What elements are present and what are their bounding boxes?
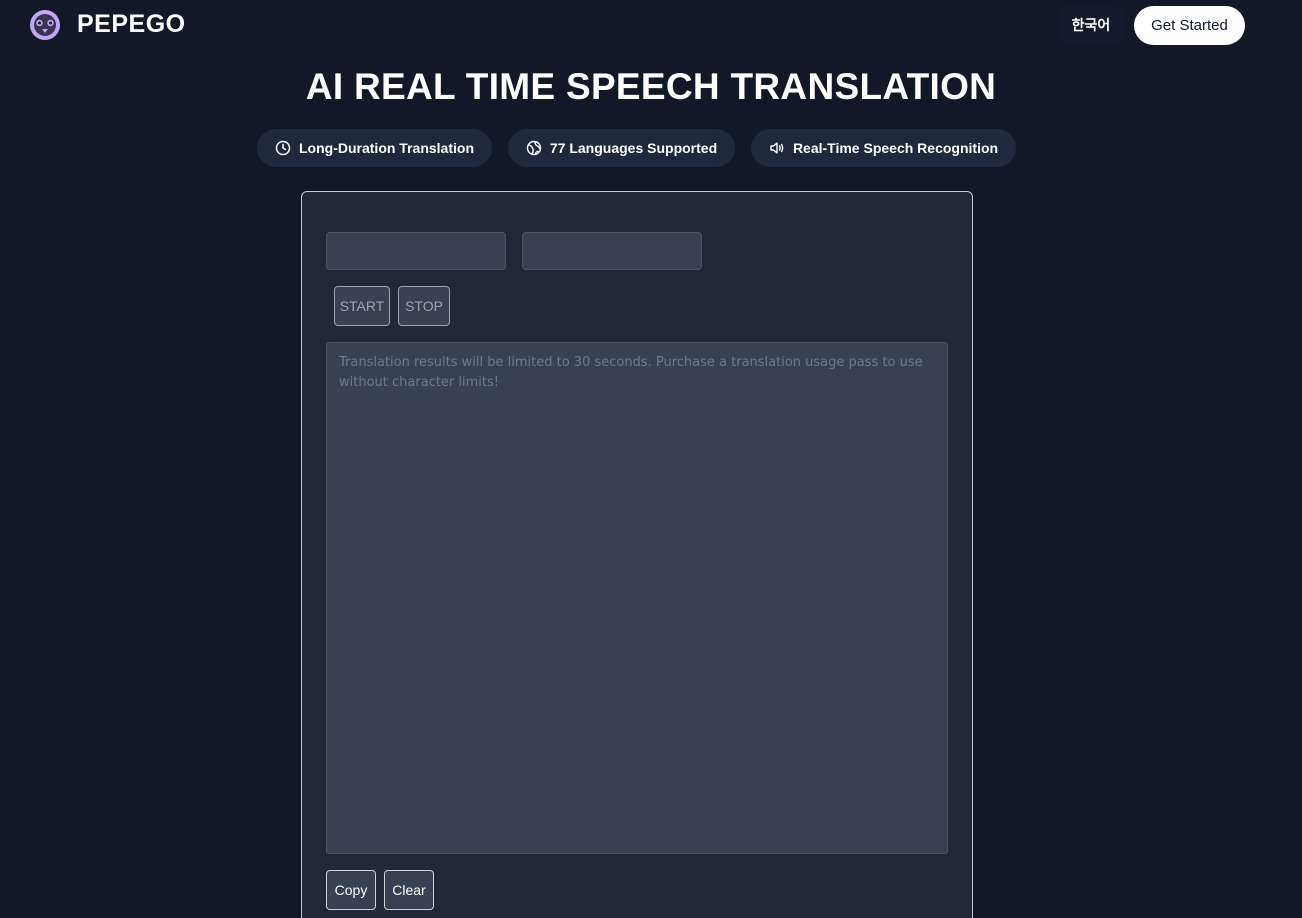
page: PEPEGO 한국어 Get Started AI REAL TIME SPEE… [0,0,1302,918]
feature-pill-speech-recognition: Real-Time Speech Recognition [751,129,1016,167]
target-language-select[interactable] [522,232,702,270]
feature-label: Long-Duration Translation [299,140,474,156]
start-button[interactable]: START [334,286,390,326]
brand-name[interactable]: PEPEGO [77,10,186,39]
clock-icon [275,140,291,156]
globe-icon [526,140,542,156]
feature-pill-long-duration: Long-Duration Translation [257,129,492,167]
clear-button[interactable]: Clear [384,870,434,910]
feature-pill-languages: 77 Languages Supported [508,129,735,167]
translation-result-area[interactable]: Translation results will be limited to 3… [326,342,948,854]
feature-label: Real-Time Speech Recognition [792,140,999,156]
language-switch-button[interactable]: 한국어 [1058,6,1124,44]
stop-button[interactable]: STOP [398,286,450,326]
source-language-select[interactable] [326,232,506,270]
top-nav: PEPEGO 한국어 Get Started [0,0,1302,50]
feature-label: 77 Languages Supported [549,140,718,156]
translator-card: START STOP Translation results will be l… [301,191,973,918]
page-title: AI REAL TIME SPEECH TRANSLATION [305,66,997,107]
owl-logo-icon[interactable] [28,8,62,42]
speaker-icon [770,142,784,154]
copy-button[interactable]: Copy [326,870,376,910]
get-started-button[interactable]: Get Started [1134,6,1245,45]
